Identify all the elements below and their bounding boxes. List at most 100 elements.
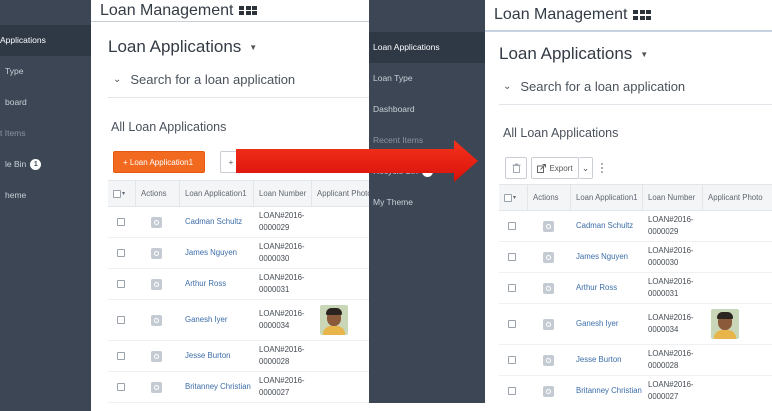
row-actions-icon[interactable] bbox=[151, 314, 162, 326]
row-actions-icon[interactable] bbox=[151, 381, 162, 393]
row-actions-icon[interactable] bbox=[543, 251, 554, 263]
row-checkbox[interactable] bbox=[117, 316, 125, 324]
applicant-name-link[interactable]: James Nguyen bbox=[576, 251, 628, 263]
applicant-name-link[interactable]: Britanney Christian bbox=[576, 385, 642, 397]
grid-icon[interactable] bbox=[633, 10, 652, 20]
applicant-name-link[interactable]: Arthur Ross bbox=[576, 282, 617, 294]
sidebar-item-loan-type[interactable]: Loan Type bbox=[369, 63, 485, 94]
chevron-down-icon: ⌄ bbox=[503, 81, 512, 92]
column-applicant-photo[interactable]: Applicant Photo bbox=[312, 181, 373, 206]
table-body: Cadman Schultz LOAN#2016- 0000029 James Ngu… bbox=[108, 207, 373, 403]
sidebar-item-recent[interactable]: t Items bbox=[0, 118, 91, 149]
column-loan-application[interactable]: Loan Application1 bbox=[571, 185, 643, 210]
table-row[interactable]: Ganesh Iyer LOAN#2016- 0000034 bbox=[499, 304, 772, 345]
row-checkbox[interactable] bbox=[117, 218, 125, 226]
applicant-name-link[interactable]: Britanney Christian bbox=[185, 381, 251, 393]
select-all-checkbox[interactable] bbox=[113, 189, 121, 198]
delete-button[interactable] bbox=[505, 157, 527, 179]
search-toggle[interactable]: ⌄ Search for a loan application bbox=[113, 72, 295, 87]
row-checkbox[interactable] bbox=[508, 356, 516, 364]
row-select-cell bbox=[499, 211, 528, 241]
row-loan-number-cell: LOAN#2016- 0000030 bbox=[254, 238, 312, 268]
add-loan-application-button[interactable]: + Loan Application1 bbox=[113, 151, 205, 173]
page-title[interactable]: Loan Applications ▼ bbox=[499, 44, 648, 64]
row-actions-icon[interactable] bbox=[151, 216, 162, 228]
row-checkbox[interactable] bbox=[117, 249, 125, 257]
applicant-name-link[interactable]: Cadman Schultz bbox=[185, 216, 242, 228]
loan-number-prefix: LOAN#2016- bbox=[259, 273, 305, 282]
row-actions-icon[interactable] bbox=[151, 350, 162, 362]
row-actions-icon[interactable] bbox=[543, 318, 554, 330]
sidebar-item-dashboard[interactable]: board bbox=[0, 87, 91, 118]
table-row[interactable]: Jesse Burton LOAN#2016- 0000028 bbox=[108, 341, 373, 372]
caret-down-icon[interactable]: ▾ bbox=[513, 194, 516, 201]
select-all-checkbox[interactable] bbox=[504, 193, 512, 202]
applicant-photo[interactable] bbox=[711, 309, 739, 339]
table-row[interactable]: Jesse Burton LOAN#2016- 0000028 bbox=[499, 345, 772, 376]
table-row[interactable]: Britanney Christian LOAN#2016- 0000027 bbox=[499, 376, 772, 403]
table-row[interactable]: Cadman Schultz LOAN#2016- 0000029 bbox=[499, 211, 772, 242]
row-checkbox[interactable] bbox=[508, 284, 516, 292]
row-name-cell: Ganesh Iyer bbox=[571, 304, 643, 344]
row-actions-icon[interactable] bbox=[543, 220, 554, 232]
applicant-name-link[interactable]: James Nguyen bbox=[185, 247, 237, 259]
table-row[interactable]: Britanney Christian LOAN#2016- 0000027 bbox=[108, 372, 373, 403]
page-title-text: Loan Applications bbox=[499, 44, 633, 63]
row-loan-number-cell: LOAN#2016- 0000031 bbox=[643, 273, 703, 303]
table-row[interactable]: Arthur Ross LOAN#2016- 0000031 bbox=[499, 273, 772, 304]
table-row[interactable]: James Nguyen LOAN#2016- 0000030 bbox=[499, 242, 772, 273]
page-title[interactable]: Loan Applications ▼ bbox=[108, 37, 257, 57]
row-checkbox[interactable] bbox=[508, 320, 516, 328]
row-actions-icon[interactable] bbox=[543, 354, 554, 366]
row-actions-icon[interactable] bbox=[151, 247, 162, 259]
column-actions[interactable]: Actions bbox=[136, 181, 180, 206]
caret-down-icon[interactable]: ▼ bbox=[249, 43, 257, 52]
row-checkbox[interactable] bbox=[508, 387, 516, 395]
applicant-name-link[interactable]: Arthur Ross bbox=[185, 278, 226, 290]
table-row[interactable]: Cadman Schultz LOAN#2016- 0000029 bbox=[108, 207, 373, 238]
sidebar-item-recycle-bin[interactable]: le Bin 1 bbox=[0, 149, 91, 180]
sidebar-item-applications[interactable]: Applications bbox=[0, 25, 91, 56]
row-select-cell bbox=[499, 304, 528, 344]
row-actions-cell bbox=[136, 207, 180, 237]
row-actions-icon[interactable] bbox=[543, 282, 554, 294]
row-actions-icon[interactable] bbox=[543, 385, 554, 397]
row-checkbox[interactable] bbox=[508, 222, 516, 230]
row-checkbox[interactable] bbox=[508, 253, 516, 261]
column-applicant-photo[interactable]: Applicant Photo bbox=[703, 185, 772, 210]
table-row[interactable]: James Nguyen LOAN#2016- 0000030 bbox=[108, 238, 373, 269]
select-all-header[interactable]: ▾ bbox=[499, 185, 528, 210]
divider bbox=[499, 104, 772, 105]
grid-icon[interactable] bbox=[239, 5, 258, 16]
column-loan-number[interactable]: Loan Number bbox=[643, 185, 703, 210]
table-row[interactable]: Ganesh Iyer LOAN#2016- 0000034 bbox=[108, 300, 373, 341]
row-checkbox[interactable] bbox=[117, 352, 125, 360]
column-loan-application[interactable]: Loan Application1 bbox=[180, 181, 254, 206]
sidebar-item-dashboard[interactable]: Dashboard bbox=[369, 94, 485, 125]
row-checkbox[interactable] bbox=[117, 383, 125, 391]
sidebar-item-my-theme[interactable]: My Theme bbox=[369, 187, 485, 218]
applicant-name-link[interactable]: Jesse Burton bbox=[576, 354, 622, 366]
export-button[interactable]: Export bbox=[531, 157, 579, 179]
applicant-photo[interactable] bbox=[320, 305, 348, 335]
row-checkbox[interactable] bbox=[117, 280, 125, 288]
export-dropdown-button[interactable]: ⌄ bbox=[579, 157, 593, 179]
row-actions-icon[interactable] bbox=[151, 278, 162, 290]
select-all-header[interactable]: ▾ bbox=[108, 181, 136, 206]
applicant-name-link[interactable]: Cadman Schultz bbox=[576, 220, 633, 232]
sidebar-item-type[interactable]: Type bbox=[0, 56, 91, 87]
applicant-name-link[interactable]: Ganesh Iyer bbox=[576, 318, 618, 330]
column-loan-number[interactable]: Loan Number bbox=[254, 181, 312, 206]
column-actions[interactable]: Actions bbox=[528, 185, 571, 210]
caret-down-icon[interactable]: ▼ bbox=[640, 50, 648, 59]
caret-down-icon[interactable]: ▾ bbox=[122, 190, 125, 197]
sidebar-item-theme[interactable]: heme bbox=[0, 180, 91, 211]
row-name-cell: Arthur Ross bbox=[571, 273, 643, 303]
sidebar-item-loan-applications[interactable]: Loan Applications bbox=[369, 32, 485, 63]
search-toggle[interactable]: ⌄ Search for a loan application bbox=[503, 79, 685, 94]
applicant-name-link[interactable]: Ganesh Iyer bbox=[185, 314, 227, 326]
table-row[interactable]: Arthur Ross LOAN#2016- 0000031 bbox=[108, 269, 373, 300]
sidebar-item-label: heme bbox=[5, 190, 27, 200]
applicant-name-link[interactable]: Jesse Burton bbox=[185, 350, 231, 362]
more-vertical-icon[interactable] bbox=[601, 163, 603, 173]
